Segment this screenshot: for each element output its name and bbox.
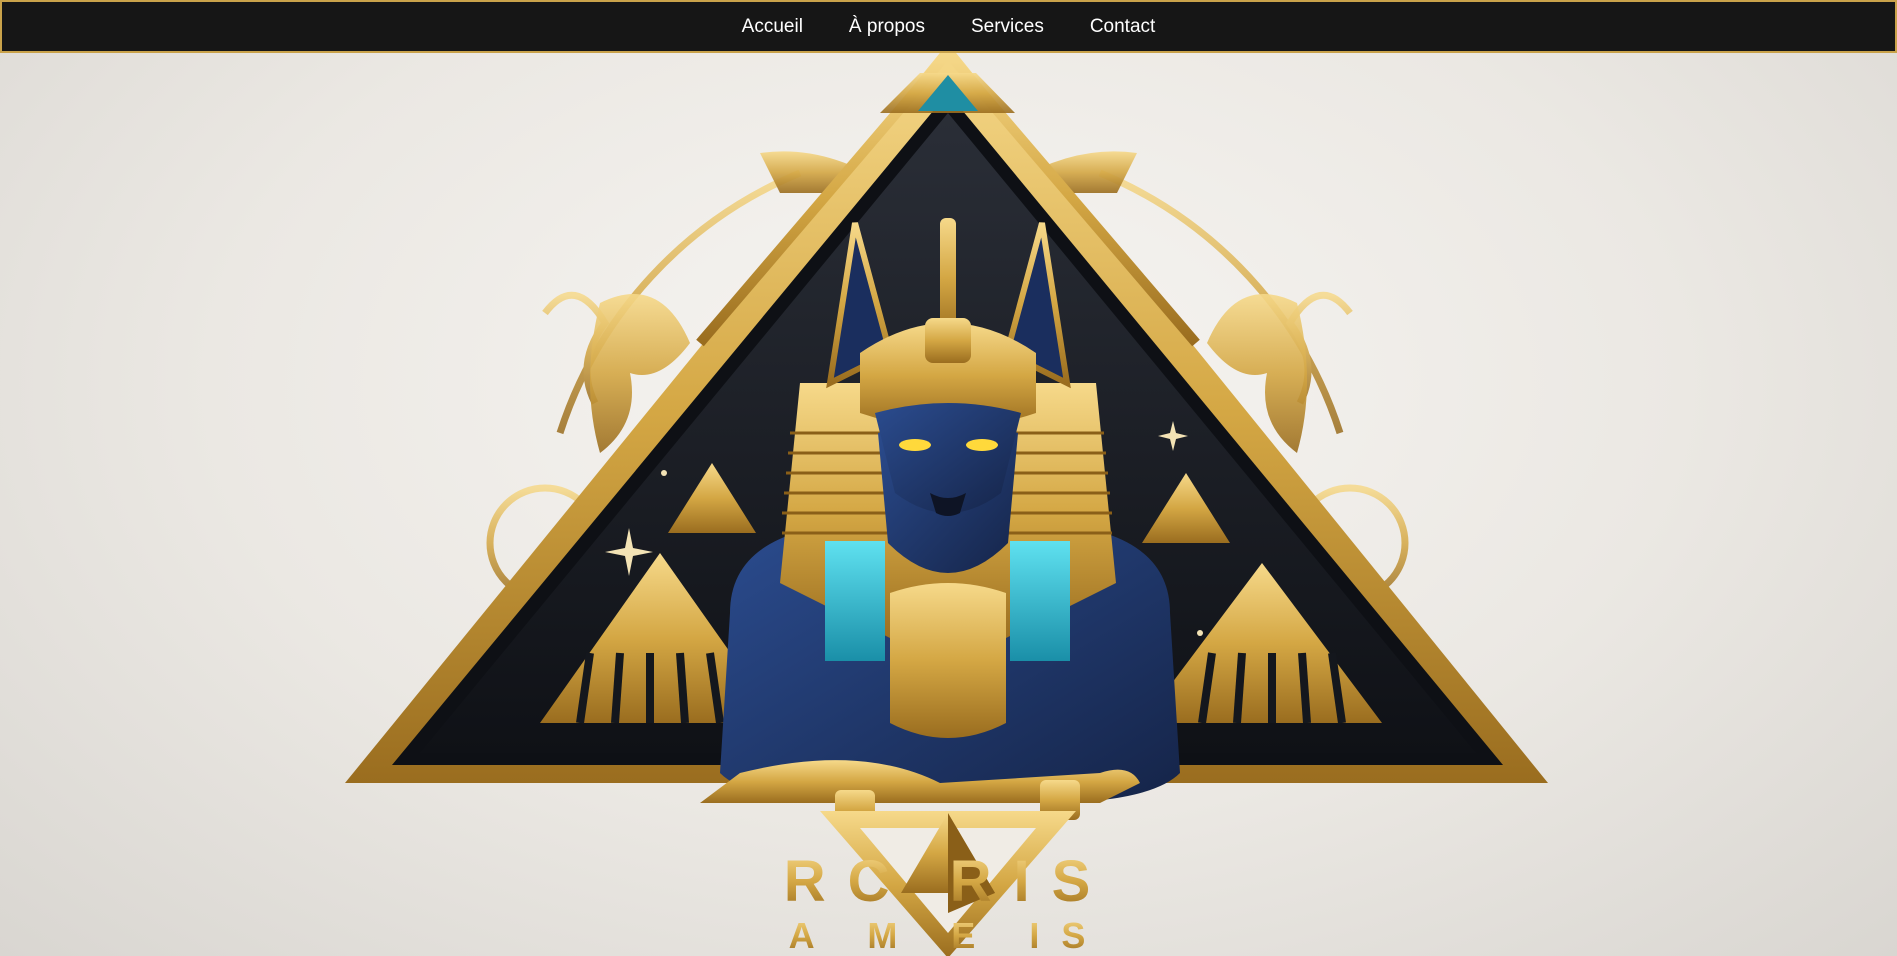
nav-link-contact[interactable]: Contact (1067, 2, 1178, 51)
anubis-emblem-illustration: RC RIS A M E IS (345, 53, 1548, 956)
hero-banner: RC RIS A M E IS (0, 53, 1897, 956)
nav-link-services[interactable]: Services (948, 2, 1067, 51)
logo-text-line2: A M E IS (789, 915, 1108, 956)
logo-text-line1: RC RIS (784, 849, 1113, 914)
nav-link-accueil[interactable]: Accueil (719, 2, 826, 51)
nav-link-a-propos[interactable]: À propos (826, 2, 948, 51)
top-navigation: Accueil À propos Services Contact (0, 0, 1897, 53)
